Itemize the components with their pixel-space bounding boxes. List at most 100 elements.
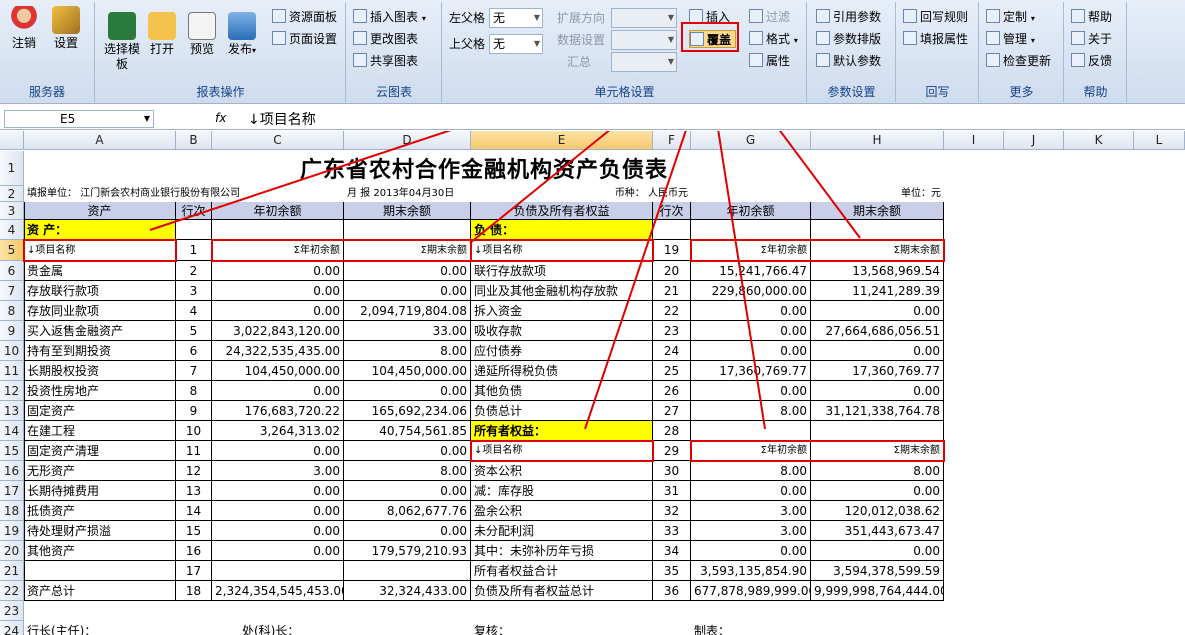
- feedback-button[interactable]: 反馈: [1071, 52, 1112, 70]
- end-balance[interactable]: 9,999,998,764,444.00: [811, 581, 944, 601]
- begin-balance[interactable]: 15,241,766.47: [691, 261, 811, 281]
- footer-chief[interactable]: 处(科)长：: [212, 621, 471, 635]
- end-balance[interactable]: 40,754,561.85: [344, 421, 471, 441]
- row-header-24[interactable]: 24: [0, 621, 24, 635]
- begin-balance[interactable]: 677,878,989,999.00: [691, 581, 811, 601]
- line-no[interactable]: 34: [653, 541, 691, 561]
- end-balance[interactable]: 8.00: [344, 461, 471, 481]
- footer-review[interactable]: 复核：: [471, 621, 691, 635]
- param-layout-button[interactable]: 参数排版: [816, 30, 881, 48]
- item-name[interactable]: 未分配利润: [471, 521, 653, 541]
- placeholder-end[interactable]: Σ期末余额: [811, 441, 944, 461]
- insert-chart-button[interactable]: 插入图表 ▾: [353, 8, 426, 26]
- top-parent-select[interactable]: 无 ▼: [489, 34, 543, 54]
- row-header-9[interactable]: 9: [0, 321, 24, 341]
- column-header-f[interactable]: F: [653, 131, 691, 150]
- begin-balance[interactable]: 3.00: [691, 521, 811, 541]
- manage-button[interactable]: 管理 ▾: [986, 30, 1035, 48]
- left-parent-select[interactable]: 无 ▼: [489, 8, 543, 28]
- empty-cell[interactable]: [653, 220, 691, 240]
- begin-balance[interactable]: 8.00: [691, 461, 811, 481]
- column-title[interactable]: 负债及所有者权益: [471, 202, 653, 220]
- data-settings-select[interactable]: ▼: [611, 30, 677, 50]
- begin-balance[interactable]: 0.00: [691, 341, 811, 361]
- end-balance[interactable]: 0.00: [344, 481, 471, 501]
- empty-cell[interactable]: [691, 220, 811, 240]
- begin-balance[interactable]: 0.00: [212, 501, 344, 521]
- begin-balance[interactable]: 0.00: [212, 521, 344, 541]
- end-balance[interactable]: 8.00: [811, 461, 944, 481]
- item-name[interactable]: 其中：未弥补历年亏损: [471, 541, 653, 561]
- share-chart-button[interactable]: 共享图表: [353, 52, 418, 70]
- item-name[interactable]: 联行存放款项: [471, 261, 653, 281]
- begin-balance[interactable]: 0.00: [212, 441, 344, 461]
- row-header-12[interactable]: 12: [0, 381, 24, 401]
- end-balance[interactable]: 8,062,677.76: [344, 501, 471, 521]
- column-header-d[interactable]: D: [344, 131, 471, 150]
- item-name[interactable]: 固定资产清理: [24, 441, 176, 461]
- format-button[interactable]: 格式 ▾: [749, 30, 798, 48]
- empty-cell[interactable]: [811, 220, 944, 240]
- begin-balance[interactable]: 176,683,720.22: [212, 401, 344, 421]
- end-balance[interactable]: 13,568,969.54: [811, 261, 944, 281]
- begin-balance[interactable]: 3,022,843,120.00: [212, 321, 344, 341]
- begin-balance[interactable]: 8.00: [691, 401, 811, 421]
- name-box[interactable]: E5 ▼: [4, 110, 154, 128]
- row-header-11[interactable]: 11: [0, 361, 24, 381]
- row-header-22[interactable]: 22: [0, 581, 24, 601]
- line-no[interactable]: 33: [653, 521, 691, 541]
- line-no[interactable]: 21: [653, 281, 691, 301]
- section-assets[interactable]: 资 产：: [24, 220, 176, 240]
- line-no[interactable]: 28: [653, 421, 691, 441]
- end-balance[interactable]: 0.00: [344, 521, 471, 541]
- line-no[interactable]: 5: [176, 321, 212, 341]
- item-name[interactable]: 长期股权投资: [24, 361, 176, 381]
- row-header-3[interactable]: 3: [0, 202, 24, 220]
- row-header-23[interactable]: 23: [0, 601, 24, 621]
- line-no[interactable]: 30: [653, 461, 691, 481]
- end-balance[interactable]: 33.00: [344, 321, 471, 341]
- customize-button[interactable]: 定制 ▾: [986, 8, 1035, 26]
- item-name[interactable]: 所有者权益合计: [471, 561, 653, 581]
- line-no[interactable]: 8: [176, 381, 212, 401]
- item-name[interactable]: 吸收存款: [471, 321, 653, 341]
- empty-cell[interactable]: [691, 421, 811, 441]
- item-name[interactable]: 存放联行款项: [24, 281, 176, 301]
- column-header-c[interactable]: C: [212, 131, 344, 150]
- formula-input[interactable]: ↓项目名称: [248, 109, 316, 129]
- row-header-20[interactable]: 20: [0, 541, 24, 561]
- column-title[interactable]: 期末余额: [811, 202, 944, 220]
- expand-direction-select[interactable]: ▼: [611, 8, 677, 28]
- end-balance[interactable]: 351,443,673.47: [811, 521, 944, 541]
- end-balance[interactable]: 104,450,000.00: [344, 361, 471, 381]
- empty-cell[interactable]: [176, 220, 212, 240]
- column-title[interactable]: 行次: [653, 202, 691, 220]
- line-no[interactable]: 13: [176, 481, 212, 501]
- line-no[interactable]: 24: [653, 341, 691, 361]
- item-name[interactable]: 抵债资产: [24, 501, 176, 521]
- row-header-15[interactable]: 15: [0, 441, 24, 461]
- item-name[interactable]: 持有至到期投资: [24, 341, 176, 361]
- begin-balance[interactable]: 17,360,769.77: [691, 361, 811, 381]
- line-no[interactable]: 27: [653, 401, 691, 421]
- row-header-17[interactable]: 17: [0, 481, 24, 501]
- end-balance[interactable]: 3,594,378,599.59: [811, 561, 944, 581]
- item-name[interactable]: 资本公积: [471, 461, 653, 481]
- line-no[interactable]: 15: [176, 521, 212, 541]
- placeholder-end[interactable]: Σ期末余额: [811, 240, 944, 261]
- line-no[interactable]: 2: [176, 261, 212, 281]
- end-balance[interactable]: 120,012,038.62: [811, 501, 944, 521]
- resource-panel-button[interactable]: 资源面板: [272, 8, 337, 26]
- column-header-i[interactable]: I: [944, 131, 1004, 150]
- unit-label[interactable]: 单位：元: [691, 186, 944, 202]
- column-header-k[interactable]: K: [1064, 131, 1134, 150]
- select-template-button[interactable]: 选择模板: [104, 12, 140, 72]
- column-title[interactable]: 期末余额: [344, 202, 471, 220]
- item-name[interactable]: 同业及其他金融机构存放款: [471, 281, 653, 301]
- end-balance[interactable]: 0.00: [811, 301, 944, 321]
- column-title[interactable]: 年初余额: [212, 202, 344, 220]
- item-name[interactable]: 其他资产: [24, 541, 176, 561]
- line-no[interactable]: 32: [653, 501, 691, 521]
- line-no[interactable]: 29: [653, 441, 691, 461]
- line-no[interactable]: 3: [176, 281, 212, 301]
